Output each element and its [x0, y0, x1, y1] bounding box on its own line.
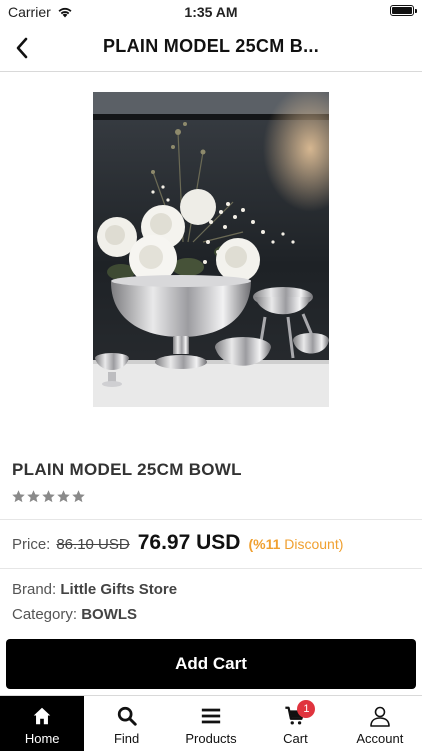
menu-icon	[199, 704, 223, 728]
tab-bar: Home Find Products 1 Cart Account	[0, 695, 422, 751]
discount-badge: (%11 Discount)	[248, 536, 343, 552]
tab-cart[interactable]: 1 Cart	[253, 696, 337, 751]
discount-label: Discount)	[284, 536, 344, 552]
tab-home[interactable]: Home	[0, 696, 85, 751]
price-row: Price: 86.10 USD 76.97 USD (%11 Discount…	[12, 531, 343, 559]
star-icon	[27, 490, 40, 503]
brand-row: Brand: Little Gifts Store	[12, 581, 177, 598]
tab-account[interactable]: Account	[338, 696, 422, 751]
product-photo	[93, 92, 329, 407]
star-icon	[57, 490, 70, 503]
star-icon	[72, 490, 85, 503]
star-icon	[42, 490, 55, 503]
nav-bar: PLAIN MODEL 25CM B...	[0, 24, 422, 72]
divider	[0, 568, 422, 569]
tab-cart-label: Cart	[283, 731, 308, 746]
star-icon	[12, 490, 25, 503]
category-row: Category: BOWLS	[12, 606, 137, 623]
star-rating	[11, 489, 86, 504]
status-time: 1:35 AM	[184, 4, 238, 20]
tab-find-label: Find	[113, 731, 140, 746]
brand-label: Brand:	[12, 581, 57, 598]
person-icon	[368, 704, 392, 728]
tab-products[interactable]: Products	[169, 696, 253, 751]
tab-home-label: Home	[24, 731, 60, 746]
status-bar: Carrier 1:35 AM	[0, 0, 422, 24]
chevron-left-icon	[16, 37, 28, 59]
add-cart-button[interactable]: Add Cart	[6, 639, 416, 689]
product-name: PLAIN MODEL 25CM BOWL	[12, 460, 242, 479]
divider	[0, 519, 422, 520]
home-icon	[30, 704, 54, 728]
tab-account-label: Account	[356, 731, 404, 746]
tab-products-label: Products	[185, 731, 237, 746]
product-image[interactable]	[93, 92, 329, 407]
back-button[interactable]	[6, 32, 38, 64]
page-title: PLAIN MODEL 25CM B...	[103, 36, 319, 56]
old-price: 86.10 USD	[56, 536, 130, 553]
new-price: 76.97 USD	[137, 531, 241, 554]
cart-count-badge: 1	[297, 700, 316, 718]
category-value[interactable]: BOWLS	[81, 606, 137, 623]
tab-find[interactable]: Find	[84, 696, 168, 751]
brand-value[interactable]: Little Gifts Store	[60, 581, 177, 598]
search-icon	[115, 704, 139, 728]
price-label: Price:	[12, 536, 51, 553]
battery-icon	[390, 5, 417, 16]
discount-percent: (%11	[248, 536, 285, 552]
category-label: Category:	[12, 606, 78, 623]
